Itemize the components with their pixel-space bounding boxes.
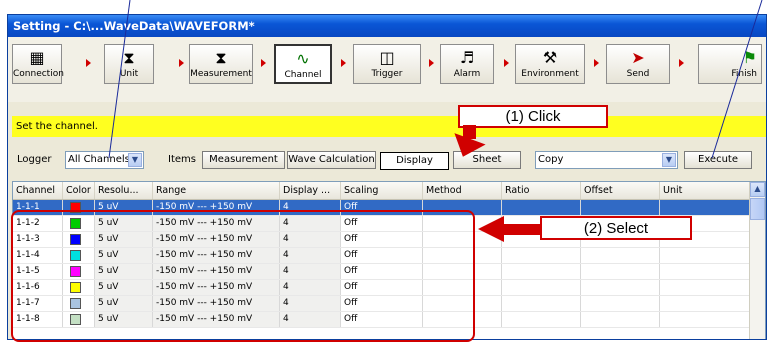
waveform-icon: ∿ [296,49,310,68]
header-unit[interactable]: Unit [660,182,751,199]
execute-button[interactable]: Execute [684,151,752,169]
step-arrow-icon [594,59,599,67]
header-display[interactable]: Display ... [280,182,341,199]
environment-button[interactable]: ⚒ Environment [515,44,585,84]
logger-label: Logger [17,154,52,165]
finish-button[interactable]: ⚑ Finish [698,44,762,84]
cell-ratio[interactable] [502,312,581,327]
header-resolution[interactable]: Resolu... [95,182,153,199]
chevron-down-icon[interactable]: ▼ [662,153,676,167]
status-message: Set the channel. [12,116,766,137]
cell-unit[interactable] [660,280,751,295]
step-arrow-icon [504,59,509,67]
selection-highlight-box [11,210,475,342]
window-title: Setting - C:\...WaveData\WAVEFORM* [8,15,766,37]
cell-offset[interactable] [581,296,660,311]
cell-unit[interactable] [660,200,751,215]
table-header: Channel Color Resolu... Range Display ..… [13,182,751,200]
unit-icon: ⧗ [123,48,135,67]
send-icon: ➤ [631,48,645,67]
cell-unit[interactable] [660,248,751,263]
hourglass-icon: ⧗ [215,48,227,67]
cell-offset[interactable] [581,200,660,215]
cell-ratio[interactable] [502,200,581,215]
trigger-button[interactable]: ◫ Trigger [353,44,421,84]
header-color[interactable]: Color [63,182,95,199]
header-offset[interactable]: Offset [581,182,660,199]
cell-offset[interactable] [581,280,660,295]
action-select[interactable]: Copy ▼ [535,151,678,169]
items-label: Items [168,154,196,165]
tab-wave-calculation[interactable]: Wave Calculation [287,151,376,169]
speaker-icon: ♬ [459,48,475,67]
cell-ratio[interactable] [502,264,581,279]
vertical-scrollbar[interactable]: ▲ [749,182,765,339]
header-scaling[interactable]: Scaling [341,182,423,199]
click-callout: (1) Click [458,105,608,128]
logger-select[interactable]: All Channels ▼ [65,151,144,169]
measurement-button[interactable]: ⧗ Measurement [189,44,253,84]
step-arrow-icon [429,59,434,67]
cell-offset[interactable] [581,248,660,263]
send-button[interactable]: ➤ Send [606,44,670,84]
header-method[interactable]: Method [423,182,502,199]
step-arrow-icon [179,59,184,67]
scroll-thumb[interactable] [750,198,765,220]
header-range[interactable]: Range [153,182,280,199]
filter-bar: Logger All Channels ▼ Items Measurement … [8,149,766,173]
tools-icon: ⚒ [542,48,558,67]
chevron-down-icon[interactable]: ▼ [128,153,142,167]
cell-ratio[interactable] [502,296,581,311]
wizard-toolbar: ▦ Connection ⧗ Unit ⧗ Measurement ∿ Chan… [8,37,766,102]
step-arrow-icon [261,59,266,67]
header-channel[interactable]: Channel [13,182,63,199]
channel-button[interactable]: ∿ Channel [274,44,332,84]
unit-button[interactable]: ⧗ Unit [104,44,154,84]
action-select-value: Copy [538,154,564,165]
step-arrow-icon [341,59,346,67]
step-arrow-icon [679,59,684,67]
cell-unit[interactable] [660,296,751,311]
scroll-up-icon[interactable]: ▲ [750,182,765,197]
tab-sheet[interactable]: Sheet [453,151,521,169]
step-arrow-icon [86,59,91,67]
connection-button[interactable]: ▦ Connection [12,44,64,84]
select-callout: (2) Select [540,216,692,240]
cell-ratio[interactable] [502,280,581,295]
alarm-button[interactable]: ♬ Alarm [440,44,494,84]
cell-unit[interactable] [660,264,751,279]
tab-display[interactable]: Display [380,152,449,170]
trigger-icon: ◫ [379,48,395,67]
logger-select-value: All Channels [68,154,130,165]
tab-measurement[interactable]: Measurement [202,151,285,169]
cell-ratio[interactable] [502,248,581,263]
network-icon: ▦ [29,48,45,67]
finish-flag-icon: ⚑ [742,48,757,67]
cell-unit[interactable] [660,312,751,327]
header-ratio[interactable]: Ratio [502,182,581,199]
cell-offset[interactable] [581,312,660,327]
cell-offset[interactable] [581,264,660,279]
